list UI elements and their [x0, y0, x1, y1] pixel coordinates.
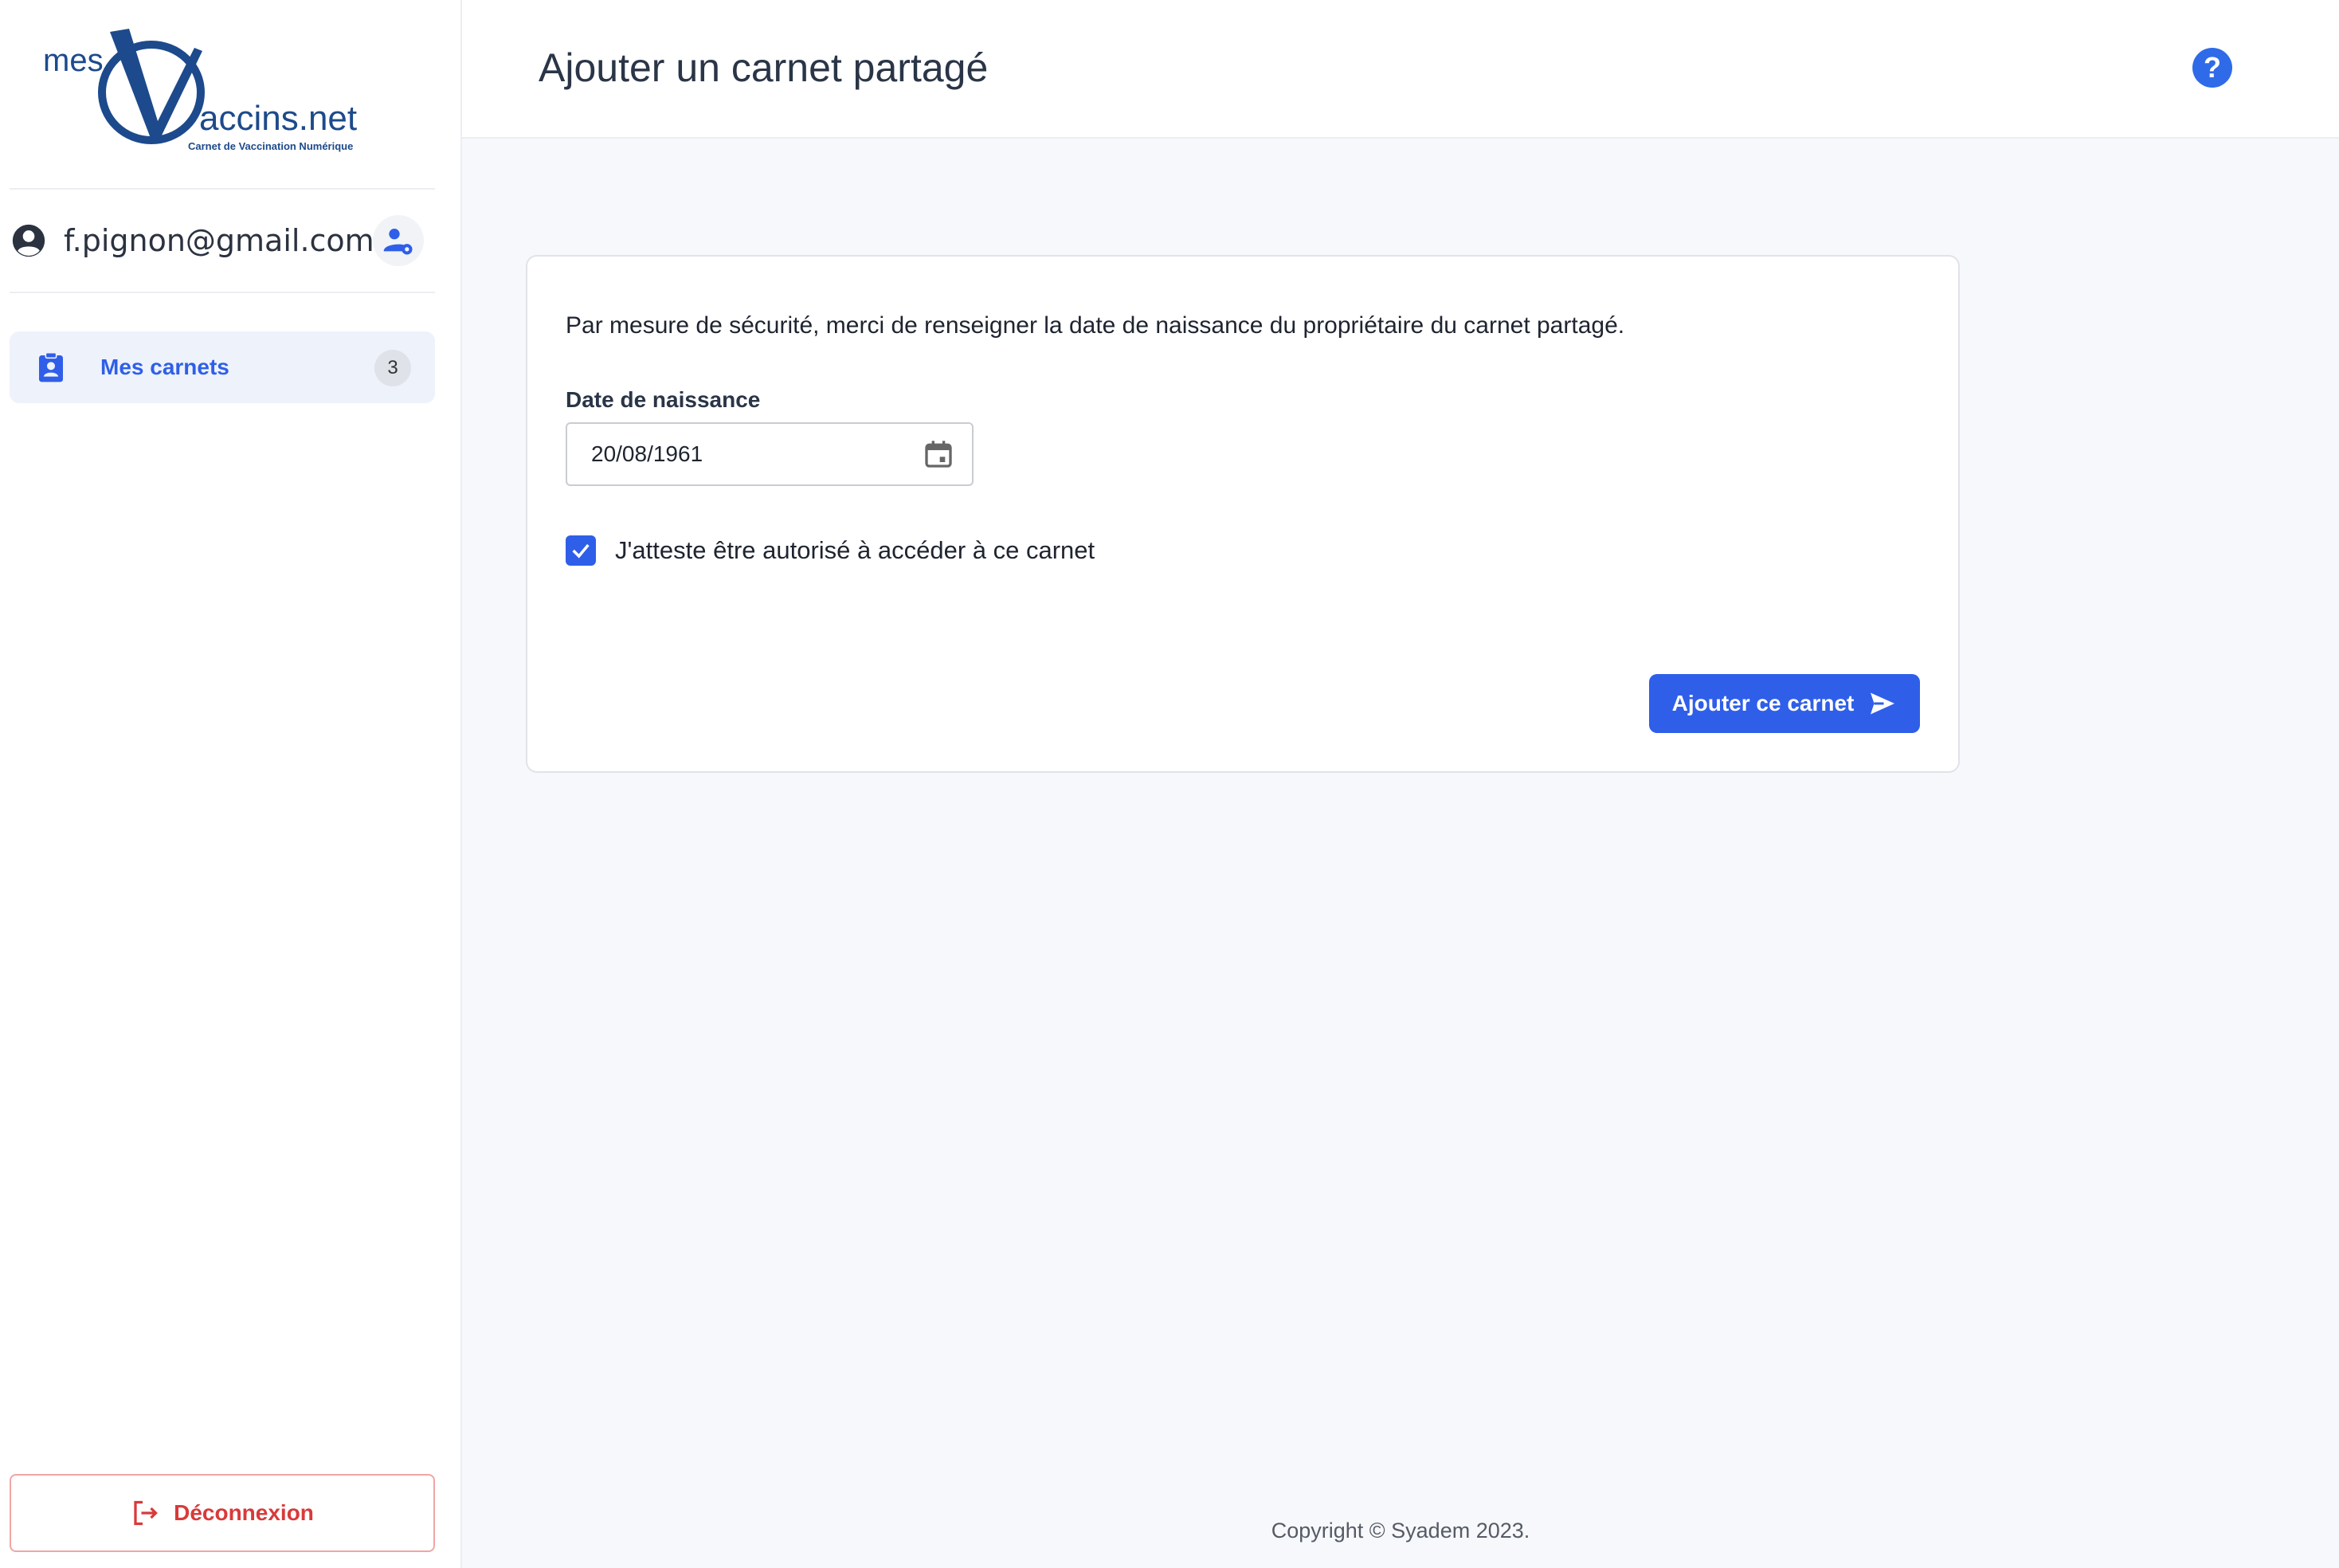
- add-carnet-label: Ajouter ce carnet: [1671, 691, 1855, 715]
- sidebar-item-label: Mes carnets: [100, 355, 229, 379]
- clipboard-user-icon: [39, 351, 63, 382]
- page-header: Ajouter un carnet partagé ?: [462, 0, 2339, 139]
- calendar-button[interactable]: [921, 437, 956, 472]
- sidebar-divider: [10, 292, 435, 293]
- sidebar-item-mes-carnets[interactable]: Mes carnets 3: [10, 331, 435, 403]
- calendar-icon: [925, 441, 952, 468]
- sidebar-divider: [10, 188, 435, 190]
- page-title: Ajouter un carnet partagé: [539, 45, 989, 90]
- logout-label: Déconnexion: [174, 1500, 314, 1525]
- sidebar: mes accins.net Carnet de Vaccination Num…: [0, 0, 462, 1568]
- attest-row: J'atteste être autorisé à accéder à ce c…: [566, 535, 1095, 566]
- app: mes accins.net Carnet de Vaccination Num…: [0, 0, 2339, 1568]
- logo-mes: mes: [43, 43, 104, 78]
- logo-tagline: Carnet de Vaccination Numérique: [188, 140, 354, 152]
- logo[interactable]: mes accins.net Carnet de Vaccination Num…: [38, 27, 373, 155]
- account-settings-button[interactable]: [373, 215, 424, 266]
- help-icon: ?: [2204, 51, 2221, 84]
- birthdate-input[interactable]: [567, 424, 918, 484]
- logo-v-mark: [98, 29, 205, 144]
- birthdate-label: Date de naissance: [566, 387, 761, 412]
- add-carnet-button[interactable]: Ajouter ce carnet: [1649, 674, 1920, 733]
- security-intro-text: Par mesure de sécurité, merci de renseig…: [566, 312, 1625, 339]
- check-icon: [572, 543, 590, 559]
- attest-label: J'atteste être autorisé à accéder à ce c…: [615, 536, 1095, 564]
- count-badge: 3: [374, 350, 411, 386]
- footer-copyright: Copyright © Syadem 2023.: [1271, 1519, 1530, 1543]
- logout-icon: [134, 1500, 158, 1526]
- user-email: f.pignon@gmail.com: [64, 223, 374, 258]
- user-gear-icon: [383, 229, 413, 255]
- user-row: f.pignon@gmail.com: [10, 209, 435, 272]
- add-shared-carnet-card: Par mesure de sécurité, merci de renseig…: [526, 255, 1960, 773]
- logo-accins: accins.net: [199, 99, 358, 138]
- send-icon: [1871, 692, 1895, 715]
- logout-button[interactable]: Déconnexion: [10, 1474, 435, 1552]
- user-circle-icon: [12, 224, 45, 257]
- attest-checkbox[interactable]: [566, 535, 596, 566]
- help-button[interactable]: ?: [2192, 48, 2232, 88]
- birthdate-field: [566, 422, 974, 486]
